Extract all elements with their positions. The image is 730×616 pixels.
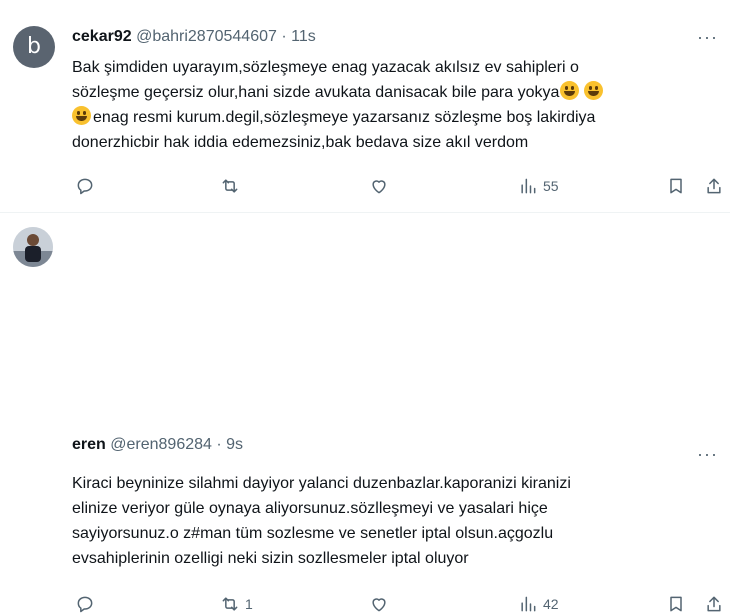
tweet[interactable]: b cekar92 @bahri2870544607 · 11s ··· Bak…: [0, 0, 730, 212]
like-icon: [372, 598, 386, 612]
action-bar: 55: [72, 174, 722, 198]
display-name[interactable]: eren: [72, 436, 106, 453]
smiley-emoji: [560, 81, 580, 100]
views-icon: [521, 178, 536, 194]
tweet-text-line: enag resmi kurum.degil,sözleşmeye yazars…: [72, 105, 712, 130]
tweet-text-line: elinize veriyor güle oynaya aliyorsunuz.…: [72, 500, 548, 517]
avatar-photo: [13, 227, 53, 267]
retweet-button[interactable]: [220, 174, 245, 198]
tweet-text-line: sayiyorsunuz.o z#man tüm sozlesme ve sen…: [72, 525, 554, 542]
retweet-button[interactable]: 1: [220, 592, 253, 616]
tweet-header: cekar92 @bahri2870544607 · 11s: [72, 26, 316, 48]
tweet-text-line: donerzhicbir hak iddia edemezsiniz,bak b…: [72, 134, 529, 151]
tweet-text: Kiraci beyninize silahmi dayiyor yalanci…: [72, 471, 712, 571]
share-button[interactable]: [704, 592, 724, 616]
tweet-text: Bak şimdiden uyarayım,sözleşmeye enag ya…: [72, 55, 712, 155]
header-separator: ·: [216, 436, 222, 453]
tweet-text-line: sözleşme geçersiz olur,hani sizde avukat…: [72, 80, 712, 105]
tweet-header: eren @eren896284 · 9s: [72, 434, 243, 456]
retweet-icon: [222, 597, 238, 611]
smiley-emoji: [584, 81, 604, 100]
bookmark-icon: [670, 178, 682, 194]
reply-icon: [77, 178, 93, 195]
bookmark-button[interactable]: [666, 592, 686, 616]
bookmark-button[interactable]: [666, 174, 686, 198]
header-separator: ·: [281, 28, 287, 45]
action-bar: 1 42: [72, 592, 722, 616]
views-button[interactable]: 55: [518, 174, 559, 198]
bookmark-icon: [670, 596, 682, 612]
tweet-text-line: Kiraci beyninize silahmi dayiyor yalanci…: [72, 475, 571, 492]
display-name[interactable]: cekar92: [72, 28, 132, 45]
avatar[interactable]: [13, 227, 53, 267]
like-button[interactable]: [369, 174, 394, 198]
user-handle[interactable]: @eren896284: [110, 436, 212, 453]
views-button[interactable]: 42: [518, 592, 559, 616]
share-button[interactable]: [704, 174, 724, 198]
views-icon: [521, 596, 536, 612]
avatar[interactable]: b: [13, 26, 55, 68]
smiley-emoji: [72, 106, 91, 125]
tweet-text-line: evsahiplerinin ozelligi neki sizin sozll…: [72, 550, 469, 567]
reply-button[interactable]: [75, 592, 100, 616]
share-icon: [707, 596, 721, 612]
timestamp[interactable]: 11s: [291, 28, 316, 45]
share-icon: [707, 178, 721, 194]
like-icon: [372, 180, 386, 194]
user-handle[interactable]: @bahri2870544607: [136, 28, 277, 45]
retweet-icon: [222, 179, 238, 193]
reply-icon: [77, 596, 93, 613]
timestamp[interactable]: 9s: [226, 436, 243, 453]
tweet[interactable]: eren @eren896284 · 9s ··· Kiraci beynini…: [0, 213, 730, 613]
reply-button[interactable]: [75, 174, 100, 198]
more-icon[interactable]: ···: [697, 445, 718, 463]
like-button[interactable]: [369, 592, 394, 616]
tweet-text-line: Bak şimdiden uyarayım,sözleşmeye enag ya…: [72, 59, 579, 76]
more-icon[interactable]: ···: [697, 28, 718, 46]
